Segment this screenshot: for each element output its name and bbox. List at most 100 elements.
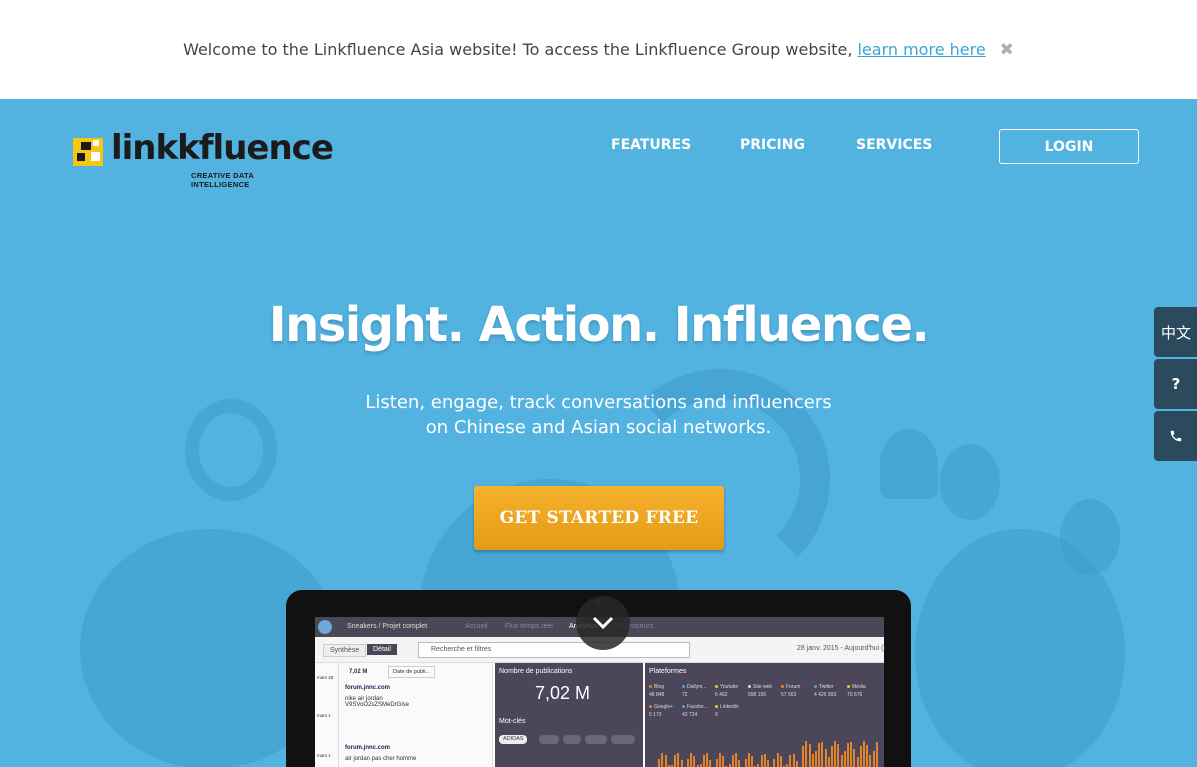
- chart-bar: [827, 757, 830, 767]
- platform-item: Youtube 6 462: [715, 683, 747, 699]
- chart-bar: [863, 741, 865, 767]
- chart-bar: [869, 755, 872, 767]
- get-started-free-button[interactable]: GET STARTED FREE: [474, 486, 724, 550]
- platform-item: Facebo... 42 724: [682, 703, 714, 719]
- keyword-chip: [563, 735, 581, 744]
- close-icon[interactable]: ✖: [1000, 40, 1014, 60]
- logo-text-fluence: fluence: [198, 128, 334, 168]
- chart-bar: [719, 753, 721, 767]
- chart-bar: [677, 753, 680, 767]
- platform-value: 70 676: [847, 692, 863, 698]
- chart-bar: [763, 753, 766, 767]
- platform-value: 5 173: [649, 712, 662, 718]
- chart-bar: [664, 755, 667, 767]
- platform-item: Média 70 676: [847, 683, 879, 699]
- nav-pricing[interactable]: PRICING: [740, 137, 805, 153]
- total-count: 7,02 M: [349, 669, 368, 675]
- view-synthese: Synthèse: [323, 644, 367, 657]
- chart-bar: [840, 754, 843, 767]
- chart-bar: [843, 751, 846, 767]
- platforms-legend: Blog 48 848 Dailym... 72 Youtube 6 462 Site we…: [649, 683, 881, 703]
- platform-item: Forum 57 563: [781, 683, 813, 699]
- renren-background-icon: [880, 429, 938, 499]
- language-switch-button[interactable]: 中文: [1154, 307, 1197, 357]
- baidu-paw-toe-1: [940, 444, 1000, 520]
- chart-bar: [866, 744, 869, 767]
- chart-bar: [731, 755, 734, 767]
- chart-bar: [872, 750, 875, 767]
- platforms-title: Plateformes: [649, 668, 687, 675]
- platform-value: 6 462: [715, 692, 728, 698]
- platforms-bar-chart: [655, 733, 880, 767]
- keyword-chip: [611, 735, 635, 744]
- chart-bar: [751, 755, 753, 767]
- chart-bar: [687, 759, 689, 767]
- chart-bar: [837, 744, 840, 767]
- platform-item: Google+ 5 173: [649, 703, 681, 719]
- sort-select: Date de publi...: [388, 666, 435, 678]
- logo-mark-icon: [73, 138, 103, 166]
- timeline-rail: mars 28 mars 1 mars 1: [315, 663, 339, 767]
- chart-bar: [802, 746, 805, 767]
- chart-bar: [847, 742, 849, 767]
- chart-bar: [805, 741, 808, 767]
- date-range: 28 janv. 2015 - Aujourd'hui (: [797, 645, 884, 652]
- platform-value: 9: [715, 712, 718, 718]
- chart-bar: [674, 755, 677, 767]
- post-list: mars 28 mars 1 mars 1 7,02 M Date de pub…: [315, 663, 493, 767]
- platforms-panel: Plateformes Blog 48 848 Dailym... 72 Youtube…: [645, 663, 884, 767]
- chart-bar: [722, 755, 725, 767]
- chart-bar: [821, 741, 824, 767]
- logo-wordmark: linkkfluence: [111, 128, 334, 168]
- chart-bar: [693, 755, 696, 767]
- nav-services[interactable]: SERVICES: [856, 137, 932, 153]
- chart-bar: [658, 759, 661, 767]
- chart-bar: [661, 753, 664, 767]
- post-source: forum.jnnc.com: [345, 745, 391, 751]
- platforms-legend: Google+ 5 173 Facebo... 42 724 Linkedin 9: [649, 703, 881, 723]
- view-detail: Détail: [367, 644, 397, 655]
- nav-features[interactable]: FEATURES: [611, 137, 691, 153]
- keyword-chip: [539, 735, 559, 744]
- linkfluence-logo[interactable]: linkkfluence CREATIVE DATA INTELLIGENCE: [73, 128, 334, 189]
- tab-flux: Flux temps réel: [505, 623, 553, 630]
- help-button[interactable]: ?: [1154, 359, 1197, 409]
- chart-bar: [744, 758, 747, 767]
- hero-subline-1: Listen, engage, track conversations and …: [365, 392, 832, 413]
- publications-panel: Nombre de publications 7,02 M Mot-clés A…: [495, 663, 643, 767]
- pubs-value: 7,02 M: [535, 683, 591, 703]
- post-source: forum.jnnc.com: [345, 685, 391, 691]
- platform-name: Facebo...: [687, 704, 708, 710]
- qq-background-icon: [185, 399, 277, 501]
- chart-bar: [779, 756, 782, 767]
- chart-bar: [735, 753, 737, 767]
- scroll-down-button[interactable]: [576, 596, 630, 650]
- platform-value: 48 848: [649, 692, 665, 698]
- chart-bar: [760, 754, 763, 767]
- chart-bar: [709, 759, 712, 767]
- chart-bar: [792, 753, 795, 767]
- chart-bar: [786, 763, 789, 767]
- platform-value: 57 563: [781, 692, 797, 698]
- app-logo-icon: [318, 620, 332, 634]
- platform-value: 598 156: [748, 692, 767, 698]
- phone-button[interactable]: [1154, 411, 1197, 461]
- login-button[interactable]: LOGIN: [999, 129, 1139, 164]
- chart-bar: [680, 759, 683, 767]
- keyword-chip: ADIDAS: [499, 735, 528, 744]
- project-selector: Sneakers / Projet complet: [347, 623, 428, 630]
- hero-subline-2: on Chinese and Asian social networks.: [425, 417, 772, 438]
- chart-bar: [747, 753, 750, 767]
- timeline-date: mars 1: [317, 753, 331, 758]
- learn-more-link[interactable]: learn more here: [857, 40, 985, 59]
- notice-text: Welcome to the Linkfluence Asia website!…: [183, 40, 853, 59]
- platform-name: Blog: [654, 684, 665, 690]
- hero-headline: Insight. Action. Influence.: [268, 297, 930, 353]
- welcome-notice-bar: Welcome to the Linkfluence Asia website!…: [0, 0, 1197, 99]
- chart-bar: [795, 760, 798, 767]
- question-icon: ?: [1171, 375, 1181, 393]
- chart-bar: [831, 746, 833, 767]
- platform-value: 42 724: [682, 712, 698, 718]
- chart-bar: [853, 749, 856, 767]
- chevron-down-icon: [592, 616, 614, 630]
